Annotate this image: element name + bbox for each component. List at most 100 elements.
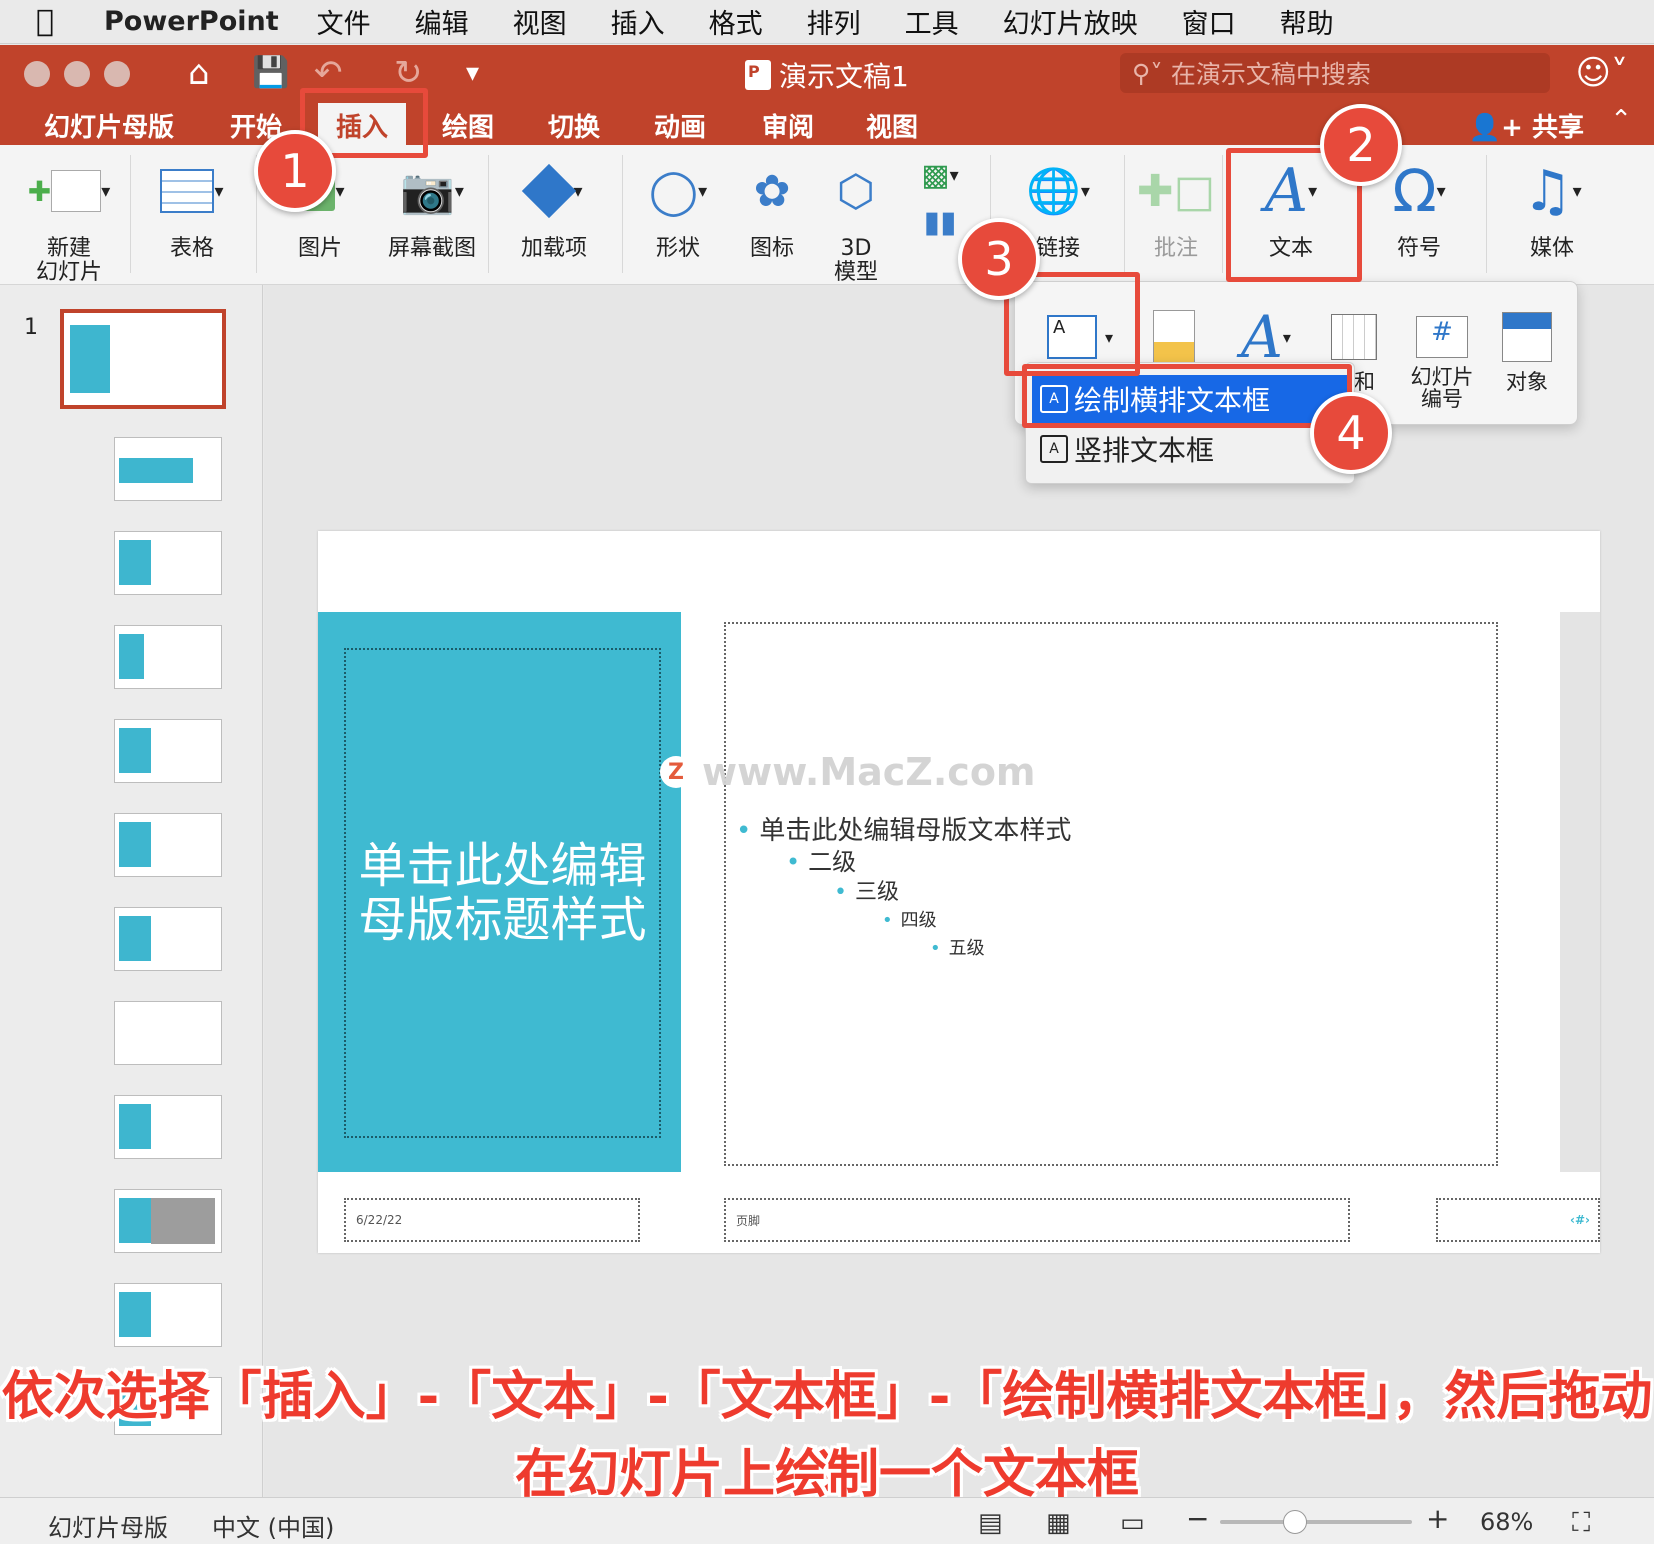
close-window-button[interactable] (24, 61, 50, 87)
table-button[interactable]: ▾ 表格 (146, 145, 238, 285)
music-note-icon: ♫ ▾ (1522, 158, 1582, 224)
collapse-ribbon-icon[interactable]: ⌃ (1610, 105, 1632, 135)
text-level-4-label: 四级 (900, 910, 937, 931)
thumbnail-title-bar (119, 822, 151, 867)
thumbnail-layout[interactable] (114, 531, 222, 595)
menu-arrange[interactable]: 排列 (807, 2, 861, 41)
comment-icon: ✚□ (1136, 165, 1216, 217)
slide-number-label: 幻灯片 编号 (1410, 365, 1474, 411)
bullet-icon: • (930, 938, 941, 959)
title-placeholder[interactable]: 单击此处编辑 母版标题样式 (344, 648, 661, 1138)
slide-number-button[interactable]: # 幻灯片 编号 (1399, 302, 1485, 410)
zoom-out-icon[interactable]: − (1186, 1502, 1209, 1535)
zoom-window-button[interactable] (104, 61, 130, 87)
media-label: 媒体 (1529, 236, 1574, 261)
thumbnail-title-bar (119, 458, 194, 483)
slideshow-view-icon[interactable]: ▭ (1120, 1508, 1145, 1538)
new-slide-button[interactable]: ✚ ▾ 新建 幻灯片 (14, 145, 124, 285)
apple-icon[interactable]:  (36, 4, 76, 39)
home-icon[interactable]: ⌂ (188, 53, 210, 93)
thumbnail-layout[interactable] (114, 1001, 222, 1065)
redo-icon[interactable]: ↻ (394, 53, 423, 93)
zoom-in-icon[interactable]: + (1426, 1502, 1449, 1535)
search-input[interactable]: ⚲˅ 在演示文稿中搜索 (1120, 53, 1550, 93)
globe-link-icon: 🌐 ▾ (1026, 166, 1090, 217)
menu-tools[interactable]: 工具 (905, 2, 959, 41)
thumbnail-master[interactable] (60, 309, 226, 409)
slide-sorter-icon[interactable]: ▦ (1046, 1508, 1071, 1538)
thumbnail-layout[interactable] (114, 437, 222, 501)
tab-slide-master[interactable]: 幻灯片母版 (44, 107, 174, 144)
tab-review[interactable]: 审阅 (762, 107, 814, 144)
menu-slideshow[interactable]: 幻灯片放映 (1003, 2, 1138, 41)
menu-view[interactable]: 视图 (513, 2, 567, 41)
menu-insert[interactable]: 插入 (611, 2, 665, 41)
thumbnail-layout[interactable] (114, 1095, 222, 1159)
vertical-textbox-item[interactable]: A 竖排文本框 (1032, 425, 1350, 473)
thumbnail-picture-placeholder (151, 1198, 215, 1244)
tab-animations[interactable]: 动画 (654, 107, 706, 144)
thumbnail-layout[interactable] (114, 813, 222, 877)
symbol-label: 符号 (1396, 236, 1441, 261)
icons-label: 图标 (749, 236, 794, 261)
thumbnail-layout[interactable] (114, 719, 222, 783)
undo-icon[interactable]: ↶ (314, 53, 343, 93)
highlight-draw-horizontal-item (1022, 364, 1352, 428)
date-placeholder[interactable]: 6/22/22 (344, 1198, 640, 1242)
minimize-window-button[interactable] (64, 61, 90, 87)
tab-draw[interactable]: 绘图 (442, 107, 494, 144)
menubar:  PowerPoint 文件 编辑 视图 插入 格式 排列 工具 幻灯片放映 … (0, 0, 1654, 44)
menu-format[interactable]: 格式 (709, 2, 763, 41)
zoom-slider-knob[interactable] (1282, 1510, 1307, 1534)
object-button[interactable]: 对象 (1491, 302, 1563, 396)
feedback-smiley-icon[interactable]: ☺˅ (1576, 53, 1628, 93)
slide-number-placeholder[interactable]: ‹#› (1436, 1198, 1600, 1242)
normal-view-icon[interactable]: ▤ (978, 1508, 1003, 1538)
shapes-label: 形状 (655, 236, 700, 261)
ribbon-tabs: 幻灯片母版 开始 插入 绘图 切换 动画 审阅 视图 👤+ 共享 ⌃ (0, 103, 1654, 149)
share-label: 共享 (1531, 113, 1584, 143)
menu-edit[interactable]: 编辑 (415, 2, 469, 41)
media-button[interactable]: ♫ ▾ 媒体 (1500, 145, 1604, 285)
slide-master[interactable]: 单击此处编辑 母版标题样式 • 单击此处编辑母版文本样式 • 二级 • 三级 • 四级 … (318, 531, 1600, 1253)
comment-label: 批注 (1153, 236, 1198, 261)
menu-help[interactable]: 帮助 (1280, 2, 1334, 41)
fit-to-window-icon[interactable]: ⛶ (1572, 1508, 1590, 1539)
view-name: 幻灯片母版 (48, 1514, 168, 1542)
thumbnail-layout[interactable] (114, 1283, 222, 1347)
tab-transitions[interactable]: 切换 (548, 107, 600, 144)
step-callout-3: 3 (958, 218, 1040, 300)
text-level-3-label: 三级 (854, 880, 899, 905)
icons-button[interactable]: ✿ 图标 (730, 145, 814, 285)
screenshot-button[interactable]: 📷 ▾ 屏幕截图 (372, 145, 492, 285)
addins-button[interactable]: ▾ 加载项 (502, 145, 606, 285)
share-button[interactable]: 👤+ 共享 (1469, 107, 1584, 144)
save-icon[interactable]: 💾 (252, 53, 289, 93)
table-icon: ▾ (146, 145, 238, 237)
thumbnail-layout[interactable] (114, 625, 222, 689)
thumbnail-layout[interactable] (114, 1189, 222, 1253)
3d-models-button[interactable]: ⬡ 3D 模型 (818, 145, 894, 285)
ribbon-separator (622, 155, 623, 273)
table-label: 表格 (169, 236, 214, 261)
app-menu[interactable]: PowerPoint (104, 6, 279, 37)
tab-view[interactable]: 视图 (866, 107, 918, 144)
new-slide-label: 新建 幻灯片 (35, 236, 102, 285)
text-level-4: • 四级 (882, 906, 937, 932)
zoom-slider[interactable] (1220, 1510, 1412, 1534)
menu-file[interactable]: 文件 (317, 2, 371, 41)
footer-placeholder[interactable]: 页脚 (724, 1198, 1350, 1242)
zoom-level: 68% (1480, 1508, 1534, 1536)
3d-models-label: 3D 模型 (833, 236, 878, 285)
language-indicator[interactable]: 中文 (中国) (212, 1508, 334, 1543)
thumbnail-layout[interactable] (114, 907, 222, 971)
customize-toolbar-icon[interactable]: ▾ (466, 53, 479, 93)
smartart-icon: ▩ ▾ (921, 157, 959, 193)
cube-icon: ⬡ (836, 165, 876, 217)
comment-button[interactable]: ✚□ 批注 (1136, 145, 1216, 285)
shapes-button[interactable]: ◯ ▾ 形状 (636, 145, 720, 285)
menu-window[interactable]: 窗口 (1182, 2, 1236, 41)
slide-number-hash-icon: # (1399, 302, 1485, 372)
body-placeholder[interactable]: • 单击此处编辑母版文本样式 • 二级 • 三级 • 四级 • 五级 (724, 622, 1498, 1166)
watermark-logo-icon: Z (660, 756, 692, 788)
